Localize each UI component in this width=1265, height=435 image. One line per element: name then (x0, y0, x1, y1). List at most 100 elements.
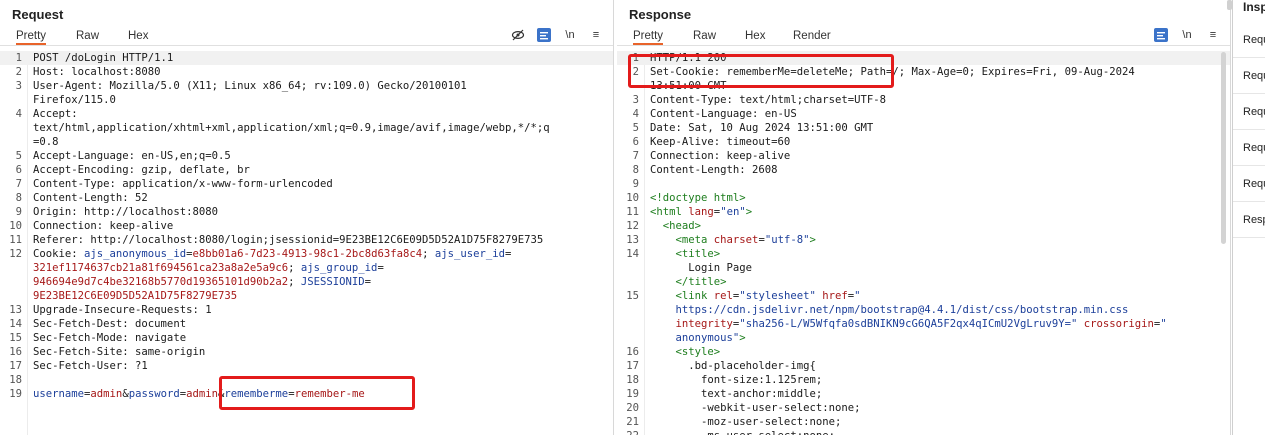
line-number: 12 (626, 220, 639, 232)
line-text: Sec-Fetch-Mode: navigate (33, 331, 186, 345)
code-line: 9E23BE12C6E09D5D52A1D75F8279E735 (0, 289, 613, 303)
response-tab-raw[interactable]: Raw (693, 29, 716, 45)
line-number: 4 (632, 108, 639, 120)
request-panel: Request Pretty Raw Hex \n ≡ 1 POST /doLog… (0, 0, 614, 435)
code-line: 946694e9d7c4be32168b5770d19365101d90b2a2… (0, 275, 613, 289)
menu-icon[interactable]: ≡ (1206, 28, 1220, 42)
line-number: 7 (632, 150, 639, 162)
menu-icon[interactable]: ≡ (589, 28, 603, 42)
code-token: <html (650, 206, 689, 218)
line-number: 11 (626, 206, 639, 218)
line-number: 2 (15, 66, 22, 78)
code-line: </title> (617, 275, 1230, 289)
code-line: integrity="sha256-L/W5Wfqfa0sdBNIKN9cG6Q… (617, 317, 1230, 331)
code-token: Sec-Fetch-Mode: navigate (33, 332, 187, 344)
code-token: rel (713, 290, 733, 302)
code-token: <title> (650, 248, 721, 260)
line-text: <style> (650, 345, 721, 359)
code-line: 7 Content-Type: application/x-www-form-ur… (0, 177, 613, 191)
code-line: 2 Host: localhost:8080 (0, 65, 613, 79)
code-token: </title> (650, 276, 727, 288)
line-text: Date: Sat, 10 Aug 2024 13:51:00 GMT (650, 121, 873, 135)
code-token: <link (650, 290, 714, 302)
line-number: 13 (9, 304, 22, 316)
line-text: font-size:1.125rem; (650, 373, 822, 387)
code-token: > (739, 332, 746, 344)
inspector-item[interactable]: Requ (1233, 94, 1265, 130)
line-text: Firefox/115.0 (33, 93, 116, 107)
code-line: 13:51:00 GMT (617, 79, 1230, 93)
code-line: 21 -moz-user-select:none; (617, 415, 1230, 429)
line-number: 10 (9, 220, 22, 232)
request-tab-divider (0, 45, 613, 46)
code-token: 321ef1174637cb21a81f694561ca23a8a2e5a9c6 (33, 262, 289, 274)
inspector-item[interactable]: Requ (1233, 166, 1265, 202)
code-token: password (128, 388, 180, 400)
code-token: href (822, 290, 848, 302)
response-tab-render[interactable]: Render (793, 29, 831, 45)
response-editor[interactable]: 1 HTTP/1.1 200 2 Set-Cookie: rememberMe=de… (617, 51, 1230, 435)
line-text: Content-Length: 52 (33, 191, 148, 205)
line-number: 14 (626, 248, 639, 260)
code-token: Accept-Encoding: gzip, deflate, br (33, 164, 250, 176)
line-text: Login Page (650, 261, 752, 275)
line-text: Accept-Encoding: gzip, deflate, br (33, 163, 250, 177)
inspector-item[interactable]: Requ (1233, 58, 1265, 94)
code-token: Sec-Fetch-Dest: document (33, 318, 187, 330)
line-number: 16 (9, 346, 22, 358)
request-editor[interactable]: 1 POST /doLogin HTTP/1.1 2 Host: localhost:… (0, 51, 613, 435)
pretty-format-icon[interactable] (537, 28, 551, 42)
pretty-format-icon[interactable] (1154, 28, 1168, 42)
code-line: 19 username=admin&password=admin&remember… (0, 387, 613, 401)
code-token: text/html,application/xhtml+xml,applicat… (33, 122, 550, 134)
code-token: admin (186, 388, 219, 400)
code-token: <head> (650, 220, 702, 232)
response-tab-pretty[interactable]: Pretty (633, 29, 664, 45)
line-number: 6 (632, 136, 639, 148)
line-number: 15 (626, 290, 639, 302)
line-number: 12 (9, 248, 22, 260)
code-line: 17 Sec-Fetch-User: ?1 (0, 359, 613, 373)
line-text: Content-Type: application/x-www-form-url… (33, 177, 333, 191)
line-text: =0.8 (33, 135, 59, 149)
inspector-item[interactable]: Requ (1233, 22, 1265, 58)
request-tab-hex[interactable]: Hex (128, 29, 148, 45)
line-text: Content-Language: en-US (650, 107, 797, 121)
line-text: </title> (650, 275, 727, 289)
code-token: Content-Length: 2608 (650, 164, 778, 176)
code-line: 6 Accept-Encoding: gzip, deflate, br (0, 163, 613, 177)
code-line: https://cdn.jsdelivr.net/npm/bootstrap@4… (617, 303, 1230, 317)
code-line: 16 Sec-Fetch-Site: same-origin (0, 345, 613, 359)
hide-nonprintable-icon[interactable] (511, 28, 525, 42)
line-number: 9 (632, 178, 639, 190)
line-text: 946694e9d7c4be32168b5770d19365101d90b2a2… (33, 275, 371, 289)
code-token: Sec-Fetch-Site: same-origin (33, 346, 206, 358)
code-line: 19 text-anchor:middle; (617, 387, 1230, 401)
line-number: 8 (15, 192, 22, 204)
line-text: -webkit-user-select:none; (650, 401, 860, 415)
request-tab-raw[interactable]: Raw (76, 29, 99, 45)
code-token: username (33, 388, 85, 400)
code-token: User-Agent: Mozilla/5.0 (X11; Linux x86_… (33, 80, 467, 92)
newline-toggle-icon[interactable]: \n (1180, 28, 1194, 42)
code-token: charset (713, 234, 759, 246)
inspector-item[interactable]: Requ (1233, 130, 1265, 166)
code-line: 5 Accept-Language: en-US,en;q=0.5 (0, 149, 613, 163)
code-token: = (364, 276, 372, 288)
code-token: Accept: (33, 108, 78, 120)
line-text: integrity="sha256-L/W5Wfqfa0sdBNIKN9cG6Q… (650, 317, 1167, 331)
code-line: 10 Connection: keep-alive (0, 219, 613, 233)
code-token: remember-me (294, 388, 365, 400)
newline-toggle-icon[interactable]: \n (563, 28, 577, 42)
response-tab-hex[interactable]: Hex (745, 29, 765, 45)
request-tab-pretty[interactable]: Pretty (16, 29, 47, 45)
line-text: 321ef1174637cb21a81f694561ca23a8a2e5a9c6… (33, 261, 384, 275)
line-text: Connection: keep-alive (650, 149, 790, 163)
response-scrollbar[interactable] (1221, 52, 1226, 244)
line-text: <!doctype html> (650, 191, 746, 205)
inspector-item[interactable]: Resp (1233, 202, 1265, 238)
line-number: 11 (9, 234, 22, 246)
code-token: lang (688, 206, 714, 218)
code-token: ajs_anonymous_id (84, 248, 187, 260)
line-number: 1 (632, 52, 639, 64)
